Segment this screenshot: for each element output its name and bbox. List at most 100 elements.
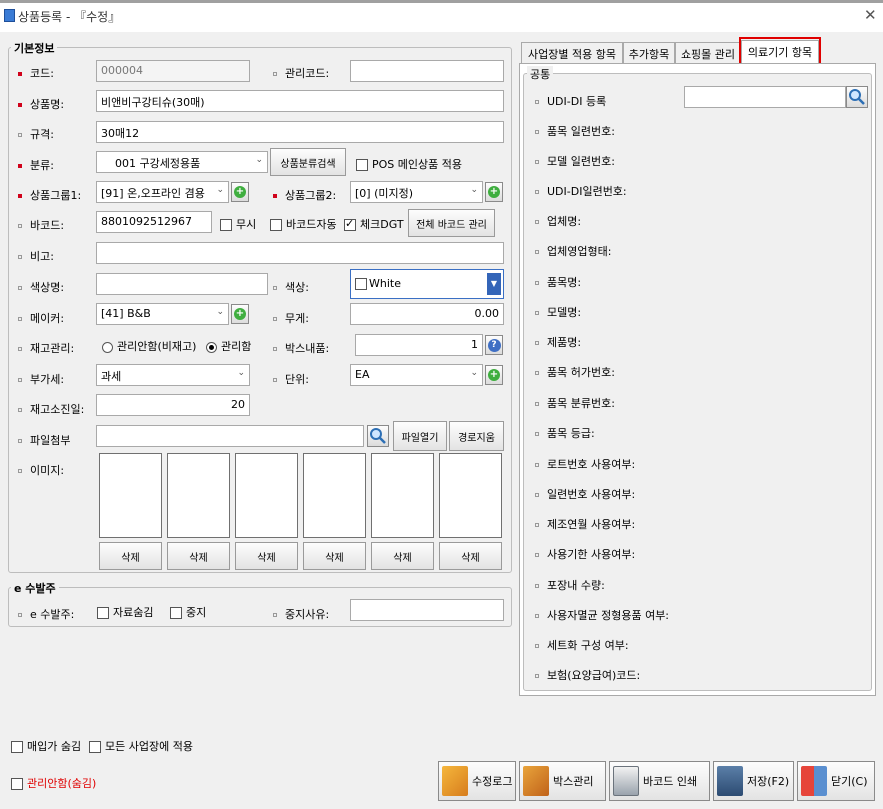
unit-select[interactable]: EA ⌄ — [350, 364, 483, 386]
image-delete-button-2[interactable]: 삭제 — [167, 542, 230, 570]
close-icon[interactable]: ✕ — [864, 6, 877, 24]
medical-field-label: 로트번호 사용여부: — [535, 456, 635, 472]
image-delete-button-3[interactable]: 삭제 — [235, 542, 298, 570]
check-dgt-checkbox[interactable]: 체크DGT — [344, 216, 404, 232]
maker-add-button[interactable]: + — [231, 304, 249, 324]
image-delete-button-6[interactable]: 삭제 — [439, 542, 502, 570]
floppy-disk-icon — [717, 766, 743, 796]
question-icon: ? — [487, 338, 501, 352]
edit-log-button[interactable]: 수정로그 — [438, 761, 516, 801]
file-search-button[interactable] — [367, 425, 389, 447]
image-delete-button-5[interactable]: 삭제 — [371, 542, 434, 570]
medical-field-label: 사용기한 사용여부: — [535, 546, 635, 562]
unit-add-button[interactable]: + — [485, 365, 503, 385]
image-delete-button-4[interactable]: 삭제 — [303, 542, 366, 570]
tab-business[interactable]: 사업장별 적용 항목 — [521, 42, 623, 63]
chevron-down-icon: ⌄ — [470, 368, 478, 378]
close-button[interactable]: 닫기(C) — [797, 761, 875, 801]
box-manage-button[interactable]: 박스관리 — [519, 761, 606, 801]
medical-common-title: 공통 — [527, 66, 554, 82]
hide-purchase-checkbox[interactable]: 매입가 숨김 — [11, 738, 81, 754]
medical-field-label: UDI-DI일련번호: — [535, 183, 627, 199]
box-label: 박스내품: — [273, 340, 329, 356]
all-barcode-button[interactable]: 전체 바코드 관리 — [408, 209, 495, 237]
stop-reason-field[interactable] — [350, 599, 504, 621]
file-open-button[interactable]: 파일열기 — [393, 421, 447, 451]
color-select[interactable]: White ▼ — [350, 269, 504, 299]
group2-label: 상품그룹2: — [273, 187, 336, 203]
color-name-field[interactable] — [96, 273, 268, 295]
barcode-field[interactable]: 8801092512967 — [96, 211, 212, 233]
save-button[interactable]: 저장(F2) — [713, 761, 794, 801]
medical-field-label: 업체명: — [535, 213, 581, 229]
stock-label: 재고관리: — [18, 340, 74, 356]
stop-checkbox[interactable]: 중지 — [170, 604, 206, 620]
category-search-button[interactable]: 상품분류검색 — [270, 148, 346, 176]
weight-field[interactable]: 0.00 — [350, 303, 504, 325]
tab-additional[interactable]: 추가항목 — [623, 42, 675, 63]
image-slot-2[interactable] — [167, 453, 230, 538]
name-label: 상품명: — [18, 96, 64, 112]
file-path-field[interactable] — [96, 425, 364, 447]
color-label: 색상: — [273, 279, 309, 295]
unit-label: 단위: — [273, 371, 309, 387]
image-slot-3[interactable] — [235, 453, 298, 538]
code-field[interactable]: 000004 — [96, 60, 250, 82]
mgmt-code-label: 관리코드: — [273, 65, 329, 81]
medical-field-label: 품목 일련번호: — [535, 123, 615, 139]
spec-field[interactable]: 30매12 — [96, 121, 504, 143]
apply-all-checkbox[interactable]: 모든 사업장에 적용 — [89, 738, 193, 754]
category-label: 분류: — [18, 157, 54, 173]
weight-label: 무게: — [273, 310, 309, 326]
file-label: 파일첨부 — [18, 432, 70, 448]
note-field[interactable] — [96, 242, 504, 264]
box-field[interactable]: 1 — [355, 334, 483, 356]
stock-off-radio[interactable]: 관리안함(비재고) — [102, 338, 196, 354]
auto-barcode-checkbox[interactable]: 바코드자동 — [270, 216, 337, 232]
ignore-checkbox[interactable]: 무시 — [220, 216, 256, 232]
medical-field-label: 포장내 수량: — [535, 577, 605, 593]
image-slot-1[interactable] — [99, 453, 162, 538]
udi-di-search-button[interactable] — [846, 86, 868, 108]
group2-add-button[interactable]: + — [485, 182, 503, 202]
medical-field-label: 일련번호 사용여부: — [535, 486, 635, 502]
path-clear-button[interactable]: 경로지움 — [449, 421, 504, 451]
edit-log-icon — [442, 766, 468, 796]
group2-select[interactable]: [0] (미지정) ⌄ — [350, 181, 483, 203]
add-icon: + — [234, 308, 246, 320]
stock-on-radio[interactable]: 관리함 — [206, 338, 251, 354]
group1-select[interactable]: [91] 온,오프라인 겸용 ⌄ — [96, 181, 229, 203]
chevron-down-icon: ⌄ — [470, 185, 478, 195]
mgmt-code-field[interactable] — [350, 60, 504, 82]
udi-di-field[interactable] — [684, 86, 846, 108]
vat-select[interactable]: 과세 ⌄ — [96, 364, 250, 386]
image-slot-6[interactable] — [439, 453, 502, 538]
hide-unmanaged-checkbox[interactable]: 관리안함(숨김) — [11, 775, 96, 791]
medical-field-label: 제조연월 사용여부: — [535, 516, 635, 532]
medical-field-label: 보험(요양급여)코드: — [535, 667, 640, 683]
category-select[interactable]: 001 구강세정용품 ⌄ — [96, 151, 268, 173]
add-icon: + — [488, 369, 500, 381]
name-field[interactable]: 비앤비구강티슈(30매) — [96, 90, 504, 112]
maker-label: 메이커: — [18, 310, 64, 326]
box-help-button[interactable]: ? — [485, 335, 503, 355]
chevron-down-icon: ⌄ — [255, 155, 263, 165]
note-label: 비고: — [18, 248, 54, 264]
printer-icon — [613, 766, 639, 796]
maker-select[interactable]: [41] B&B ⌄ — [96, 303, 229, 325]
medical-field-label: 제품명: — [535, 334, 581, 350]
chevron-down-icon: ⌄ — [216, 185, 224, 195]
spec-label: 규격: — [18, 126, 54, 142]
tab-shopping-mall[interactable]: 쇼핑몰 관리 — [675, 42, 741, 63]
udi-di-label: UDI-DI 등록 — [535, 93, 606, 109]
stock-days-field[interactable]: 20 — [96, 394, 250, 416]
image-slot-5[interactable] — [371, 453, 434, 538]
hide-data-checkbox[interactable]: 자료숨김 — [97, 604, 153, 620]
group1-add-button[interactable]: + — [231, 182, 249, 202]
barcode-print-button[interactable]: 바코드 인쇄 — [609, 761, 710, 801]
image-delete-button-1[interactable]: 삭제 — [99, 542, 162, 570]
window-title: 상품등록 - 『수정』 — [18, 10, 121, 24]
image-slot-4[interactable] — [303, 453, 366, 538]
pos-menu-checkbox[interactable]: POS 메인상품 적용 — [356, 156, 462, 172]
image-label: 이미지: — [18, 462, 64, 478]
